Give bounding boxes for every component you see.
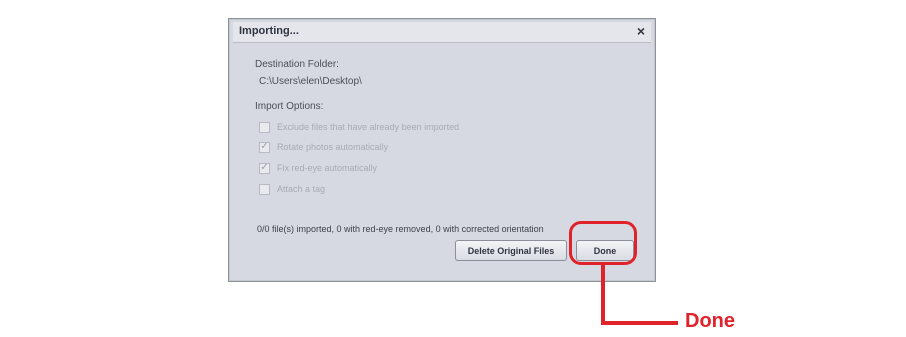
done-highlight-ring bbox=[569, 221, 637, 265]
destination-folder-label: Destination Folder: bbox=[255, 59, 339, 70]
option-fix-red-eye[interactable]: ✓ Fix red-eye automatically bbox=[259, 161, 377, 175]
rotate-photos-label: Rotate photos automatically bbox=[277, 142, 389, 152]
callout-line-vertical bbox=[601, 264, 605, 325]
fix-red-eye-checkbox[interactable]: ✓ bbox=[259, 162, 270, 174]
exclude-imported-checkbox[interactable] bbox=[259, 121, 270, 133]
checkmark-icon: ✓ bbox=[260, 162, 269, 173]
dialog-titlebar: Importing... × bbox=[233, 22, 651, 43]
option-exclude-imported[interactable]: Exclude files that have already been imp… bbox=[259, 120, 459, 134]
attach-tag-label: Attach a tag bbox=[277, 184, 326, 194]
destination-folder-path: C:\Users\elen\Desktop\ bbox=[259, 76, 362, 87]
option-rotate-photos[interactable]: ✓ Rotate photos automatically bbox=[259, 140, 388, 154]
close-icon[interactable]: × bbox=[637, 23, 645, 39]
rotate-photos-checkbox[interactable]: ✓ bbox=[259, 141, 270, 153]
callout-label: Done bbox=[685, 310, 735, 332]
attach-tag-checkbox[interactable] bbox=[259, 183, 270, 195]
checkmark-icon: ✓ bbox=[260, 141, 269, 152]
exclude-imported-label: Exclude files that have already been imp… bbox=[277, 122, 460, 132]
callout-line-horizontal bbox=[601, 321, 678, 325]
import-status-text: 0/0 file(s) imported, 0 with red-eye rem… bbox=[257, 224, 544, 234]
fix-red-eye-label: Fix red-eye automatically bbox=[277, 163, 378, 173]
delete-original-files-button[interactable]: Delete Original Files bbox=[455, 240, 567, 261]
dialog-title: Importing... bbox=[239, 25, 299, 37]
import-options-label: Import Options: bbox=[255, 101, 324, 112]
option-attach-tag[interactable]: Attach a tag bbox=[259, 182, 325, 196]
